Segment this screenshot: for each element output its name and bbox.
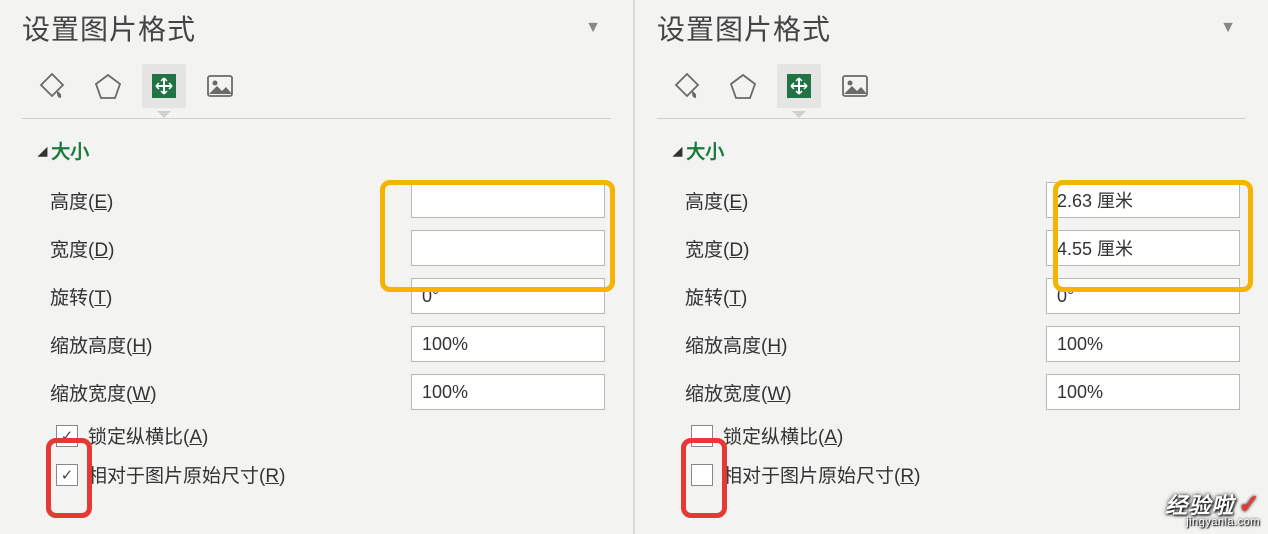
section-size-header[interactable]: ◢ 大小	[635, 119, 1268, 176]
tab-bar	[0, 50, 633, 108]
section-collapse-icon: ◢	[38, 144, 47, 158]
input-rotation[interactable]: ▲▼	[1046, 278, 1240, 314]
label-width: 宽度(D)	[685, 235, 905, 262]
collapse-chevron[interactable]: ▼	[1216, 15, 1240, 41]
tab-size-icon[interactable]	[777, 64, 821, 108]
section-collapse-icon: ◢	[673, 144, 682, 158]
label-height: 高度(E)	[50, 187, 270, 214]
label-scale-width: 缩放宽度(W)	[50, 379, 270, 406]
label-relative-original: 相对于图片原始尺寸(R)	[88, 461, 285, 488]
collapse-chevron[interactable]: ▼	[581, 15, 605, 41]
tab-picture-icon[interactable]	[198, 64, 242, 108]
height-field[interactable]	[412, 183, 664, 217]
input-scale-width[interactable]: ▲▼	[1046, 374, 1240, 410]
tab-fill-icon[interactable]	[665, 64, 709, 108]
tab-effects-icon[interactable]	[86, 64, 130, 108]
label-lock-aspect: 锁定纵横比(A)	[88, 422, 208, 449]
input-scale-height[interactable]: ▲▼	[1046, 326, 1240, 362]
label-rotation: 旋转(T)	[685, 283, 905, 310]
scale-height-field[interactable]	[412, 327, 664, 361]
pane-title: 设置图片格式	[22, 8, 196, 48]
checkbox-lock-aspect[interactable]	[691, 425, 713, 447]
input-width[interactable]: ▲▼	[411, 230, 605, 266]
pane-right: 设置图片格式 ▼ ◢ 大小 高度(E) ▲▼	[635, 0, 1268, 534]
label-scale-height: 缩放高度(H)	[50, 331, 270, 358]
tab-size-icon[interactable]	[142, 64, 186, 108]
label-width: 宽度(D)	[50, 235, 270, 262]
tab-effects-icon[interactable]	[721, 64, 765, 108]
checkbox-lock-aspect[interactable]: ✓	[56, 425, 78, 447]
scale-width-field[interactable]	[412, 375, 664, 409]
section-size-header[interactable]: ◢ 大小	[0, 119, 633, 176]
checkbox-relative-original[interactable]: ✓	[56, 464, 78, 486]
pane-title: 设置图片格式	[657, 8, 831, 48]
height-field[interactable]	[1047, 183, 1268, 217]
pane-left: 设置图片格式 ▼ ◢ 大小 高度(E) ▲▼	[0, 0, 635, 534]
input-scale-width[interactable]: ▲▼	[411, 374, 605, 410]
scale-height-field[interactable]	[1047, 327, 1268, 361]
input-rotation[interactable]: ▲▼	[411, 278, 605, 314]
width-field[interactable]	[1047, 231, 1268, 265]
label-scale-width: 缩放宽度(W)	[685, 379, 905, 406]
label-height: 高度(E)	[685, 187, 905, 214]
label-relative-original: 相对于图片原始尺寸(R)	[723, 461, 920, 488]
input-height[interactable]: ▲▼	[411, 182, 605, 218]
input-height[interactable]: ▲▼	[1046, 182, 1240, 218]
rotation-field[interactable]	[1047, 279, 1268, 313]
label-lock-aspect: 锁定纵横比(A)	[723, 422, 843, 449]
tab-bar	[635, 50, 1268, 108]
rotation-field[interactable]	[412, 279, 664, 313]
tab-picture-icon[interactable]	[833, 64, 877, 108]
input-width[interactable]: ▲▼	[1046, 230, 1240, 266]
label-scale-height: 缩放高度(H)	[685, 331, 905, 358]
watermark: 经验啦✓ jingyanla.com	[1165, 491, 1260, 528]
tab-fill-icon[interactable]	[30, 64, 74, 108]
checkbox-relative-original[interactable]	[691, 464, 713, 486]
scale-width-field[interactable]	[1047, 375, 1268, 409]
input-scale-height[interactable]: ▲▼	[411, 326, 605, 362]
label-rotation: 旋转(T)	[50, 283, 270, 310]
width-field[interactable]	[412, 231, 664, 265]
